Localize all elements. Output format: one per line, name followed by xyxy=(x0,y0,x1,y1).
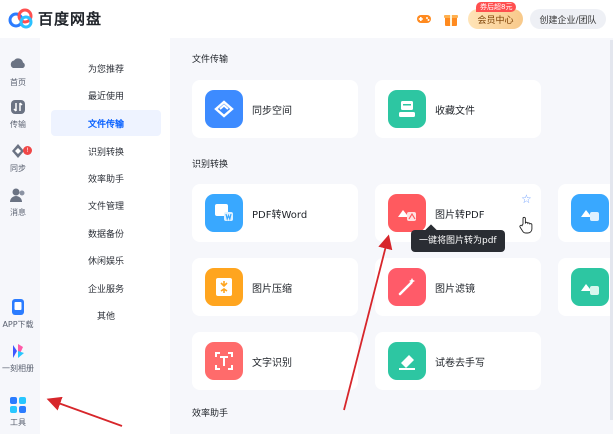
tool-card-partial-2[interactable] xyxy=(558,258,613,316)
rail-item-message[interactable]: 消息 xyxy=(0,186,36,218)
tool-card-label: 文字识别 xyxy=(252,357,292,369)
create-enterprise-button[interactable]: 创建企业/团队 xyxy=(530,9,606,29)
image-filter-icon xyxy=(388,268,426,306)
category-file-transfer[interactable]: 文件传输 xyxy=(51,110,161,136)
tool-card-image-filter[interactable]: 图片滤镜 xyxy=(375,258,541,316)
favorites-icon xyxy=(388,90,426,128)
tool-card-label: 收藏文件 xyxy=(435,105,475,117)
favorite-star-icon[interactable]: ☆ xyxy=(521,192,532,206)
category-recent[interactable]: 最近使用 xyxy=(51,82,161,108)
sync-space-icon xyxy=(205,90,243,128)
eraser-icon xyxy=(388,342,426,380)
tooltip: 一键将图片转为pdf xyxy=(411,230,505,252)
pdf-to-word-icon xyxy=(205,194,243,232)
vip-center-button[interactable]: 会员中心 xyxy=(468,9,523,29)
message-icon xyxy=(10,188,25,202)
image-to-pdf-icon xyxy=(388,194,426,232)
ocr-icon xyxy=(205,342,243,380)
section-title-recognition: 识别转换 xyxy=(192,160,229,170)
rail-item-app-download[interactable]: APP下载 xyxy=(0,298,36,330)
sync-badge: ! xyxy=(23,146,32,155)
rail-item-album[interactable]: 一刻相册 xyxy=(0,342,36,374)
category-enterprise[interactable]: 企业服务 xyxy=(51,275,161,301)
hand-cursor-icon xyxy=(519,216,533,234)
home-icon xyxy=(10,58,25,68)
category-nav: 为您推荐 最近使用 文件传输 识别转换 效率助手 文件管理 数据备份 休闲娱乐 … xyxy=(40,38,170,434)
tool-card-label: PDF转Word xyxy=(252,209,308,221)
rail-item-sync[interactable]: ! 同步 xyxy=(0,142,36,174)
convert-tool-icon xyxy=(571,268,609,306)
category-data-backup[interactable]: 数据备份 xyxy=(51,220,161,246)
gift-icon[interactable] xyxy=(443,11,459,27)
transfer-icon xyxy=(11,100,25,114)
cloud-logo-icon xyxy=(8,8,33,29)
rail-label-transfer: 传输 xyxy=(10,120,26,129)
game-icon[interactable] xyxy=(416,11,432,27)
tool-card-label: 图片转PDF xyxy=(435,209,485,221)
category-efficiency[interactable]: 效率助手 xyxy=(51,165,161,191)
image-compress-icon xyxy=(205,268,243,306)
rail-label-album: 一刻相册 xyxy=(2,364,34,373)
tool-card-sync-space[interactable]: 同步空间 xyxy=(192,80,358,138)
app-window: 百度网盘 会员中心 券后超8元 创建企业/团队 首页 传输 ! 同步 消息 AP… xyxy=(0,0,613,434)
tool-card-remove-handwriting[interactable]: 试卷去手写 xyxy=(375,332,541,390)
category-recommended[interactable]: 为您推荐 xyxy=(51,55,161,81)
rail-item-transfer[interactable]: 传输 xyxy=(0,98,36,130)
app-title: 百度网盘 xyxy=(38,9,103,28)
tool-card-label: 试卷去手写 xyxy=(435,357,485,369)
rail-label-tools: 工具 xyxy=(10,418,26,427)
vip-promo-badge: 券后超8元 xyxy=(476,2,517,12)
section-title-file-transfer: 文件传输 xyxy=(192,55,229,65)
tool-card-pdf-to-word[interactable]: PDF转Word xyxy=(192,184,358,242)
left-rail: 首页 传输 ! 同步 消息 APP下载 一刻相册 工具 xyxy=(0,38,36,434)
category-recognition[interactable]: 识别转换 xyxy=(51,138,161,164)
rail-label-message: 消息 xyxy=(10,208,26,217)
tool-card-ocr[interactable]: 文字识别 xyxy=(192,332,358,390)
rail-label-sync: 同步 xyxy=(10,164,26,173)
rail-label-home: 首页 xyxy=(10,78,26,87)
section-title-efficiency: 效率助手 xyxy=(192,409,229,419)
album-icon xyxy=(13,344,24,358)
category-other[interactable]: 其他 xyxy=(51,302,161,328)
top-bar: 百度网盘 会员中心 券后超8元 创建企业/团队 xyxy=(0,0,613,38)
rail-item-home[interactable]: 首页 xyxy=(0,56,36,88)
rail-label-app-download: APP下载 xyxy=(2,320,34,329)
tools-icon xyxy=(10,397,26,413)
tool-card-label: 图片压缩 xyxy=(252,283,292,295)
tool-card-label: 图片滤镜 xyxy=(435,283,475,295)
category-leisure[interactable]: 休闲娱乐 xyxy=(51,247,161,273)
category-file-management[interactable]: 文件管理 xyxy=(51,192,161,218)
pdf-tool-icon xyxy=(571,194,609,232)
app-download-icon xyxy=(12,299,24,315)
tool-card-image-compress[interactable]: 图片压缩 xyxy=(192,258,358,316)
rail-item-tools[interactable]: 工具 xyxy=(0,396,36,428)
tool-card-partial-1[interactable] xyxy=(558,184,613,242)
app-logo[interactable]: 百度网盘 xyxy=(8,7,102,29)
tool-card-label: 同步空间 xyxy=(252,105,292,117)
tool-card-favorites[interactable]: 收藏文件 xyxy=(375,80,541,138)
